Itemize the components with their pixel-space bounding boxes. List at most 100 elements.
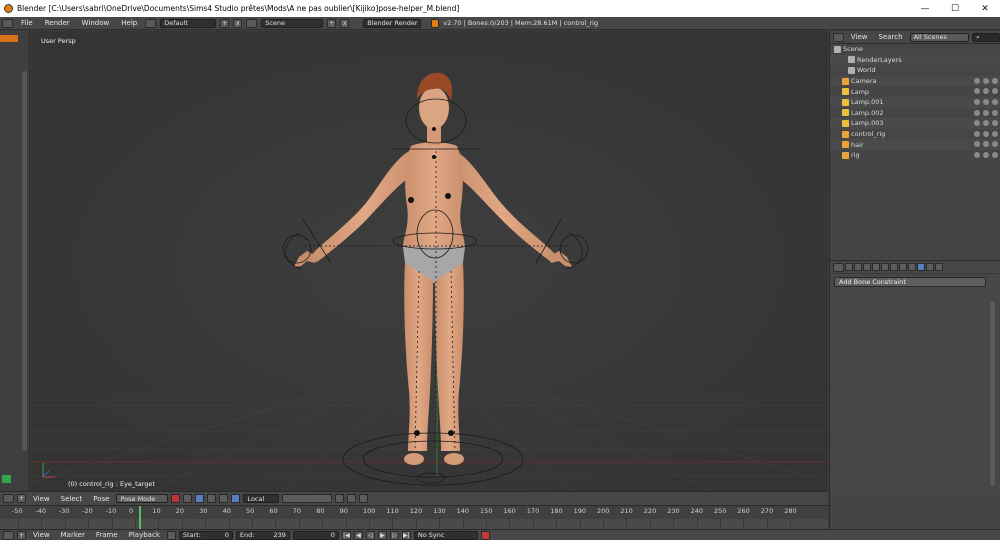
add-scene-button[interactable]: + bbox=[327, 18, 337, 28]
outliner-item[interactable]: Lamp.001 bbox=[830, 96, 1000, 108]
menu-playback[interactable]: Playback bbox=[125, 531, 164, 539]
selectable-arrow-icon[interactable] bbox=[983, 120, 989, 127]
menu-search[interactable]: Search bbox=[875, 33, 907, 41]
editor-type-icon[interactable] bbox=[833, 262, 844, 272]
render-camera-icon[interactable] bbox=[974, 130, 980, 137]
render-camera-icon[interactable] bbox=[974, 141, 980, 148]
selectable-arrow-icon[interactable] bbox=[983, 109, 989, 116]
jump-end-icon[interactable]: ▶| bbox=[401, 530, 411, 540]
outliner-item[interactable]: Scene bbox=[830, 44, 1000, 55]
scale-manipulator-icon[interactable] bbox=[231, 494, 241, 503]
visibility-eye-icon[interactable] bbox=[992, 151, 998, 158]
render-engine-selector[interactable]: Blender Render bbox=[363, 18, 422, 28]
outliner-item[interactable]: control_rig bbox=[830, 129, 1000, 140]
menu-pose[interactable]: Pose bbox=[89, 495, 113, 503]
translate-manipulator-icon[interactable] bbox=[207, 494, 217, 503]
outliner-item[interactable]: rig bbox=[830, 150, 1000, 161]
render-camera-icon[interactable] bbox=[974, 109, 980, 116]
menu-view[interactable]: View bbox=[29, 495, 54, 503]
toggle-menus-button[interactable]: + bbox=[17, 494, 26, 503]
mode-selector[interactable]: Pose Mode bbox=[116, 494, 169, 503]
play-reverse-icon[interactable]: ◁ bbox=[365, 530, 375, 540]
layout-selector[interactable]: Default bbox=[160, 18, 217, 28]
render-camera-icon[interactable] bbox=[974, 98, 980, 105]
preview-range-icon[interactable] bbox=[166, 530, 176, 540]
visibility-eye-icon[interactable] bbox=[992, 120, 998, 127]
snap-icon[interactable] bbox=[347, 494, 357, 503]
render-tab-icon[interactable] bbox=[845, 263, 853, 271]
bone-tab-icon[interactable] bbox=[917, 263, 925, 271]
next-keyframe-icon[interactable]: ▷ bbox=[389, 530, 399, 540]
remove-scene-button[interactable]: x bbox=[340, 18, 350, 28]
outliner-item[interactable]: RenderLayers bbox=[830, 54, 1000, 66]
constraints-tab-icon[interactable] bbox=[890, 263, 898, 271]
remove-layout-button[interactable]: x bbox=[233, 18, 243, 28]
play-icon[interactable]: ▶ bbox=[377, 530, 387, 540]
visibility-eye-icon[interactable] bbox=[992, 130, 998, 137]
visibility-eye-icon[interactable] bbox=[992, 141, 998, 148]
menu-select[interactable]: Select bbox=[57, 495, 87, 503]
visibility-eye-icon[interactable] bbox=[992, 98, 998, 105]
render-camera-icon[interactable] bbox=[974, 88, 980, 95]
prev-keyframe-icon[interactable]: ◀ bbox=[353, 530, 363, 540]
current-frame-marker[interactable] bbox=[139, 506, 141, 530]
menu-view[interactable]: View bbox=[847, 33, 872, 41]
search-field[interactable]: ⌕ bbox=[972, 32, 1000, 42]
outliner-item[interactable]: Lamp.002 bbox=[830, 108, 1000, 119]
scene-selector[interactable]: Scene bbox=[261, 18, 324, 28]
rotate-manipulator-icon[interactable] bbox=[219, 494, 229, 503]
material-tab-icon[interactable] bbox=[935, 263, 943, 271]
current-frame-field[interactable]: 0 bbox=[292, 530, 339, 540]
world-tab-icon[interactable] bbox=[872, 263, 880, 271]
screen-layout-icon[interactable] bbox=[145, 18, 157, 28]
menu-marker[interactable]: Marker bbox=[57, 531, 89, 539]
manipulator-toggle-icon[interactable] bbox=[195, 494, 205, 503]
timeline-area[interactable]: -50 -40 -30 -20 -10 0 10 20 30 40 50 60 70 80 90 100 110… bbox=[0, 505, 828, 530]
3d-viewport[interactable]: User Persp (0) control_rig : Eye_target bbox=[31, 31, 828, 491]
display-mode-selector[interactable]: All Scenes bbox=[909, 32, 970, 42]
outliner-panel[interactable]: View Search All Scenes ⌕ Scene RenderLaye… bbox=[829, 31, 1000, 260]
outliner-item[interactable]: Camera bbox=[830, 75, 1000, 87]
data-tab-icon[interactable] bbox=[908, 263, 916, 271]
shelf-tab-grease[interactable] bbox=[2, 475, 11, 483]
add-layout-button[interactable]: + bbox=[220, 18, 230, 28]
visibility-eye-icon[interactable] bbox=[992, 77, 998, 84]
outliner-item[interactable]: Lamp.003 bbox=[830, 118, 1000, 129]
menu-help[interactable]: Help bbox=[117, 19, 141, 27]
selectable-arrow-icon[interactable] bbox=[983, 88, 989, 95]
editor-type-icon[interactable] bbox=[3, 494, 14, 503]
viewport-scene[interactable] bbox=[31, 31, 828, 491]
properties-panel[interactable]: Add Bone Constraint bbox=[829, 260, 1000, 491]
close-button[interactable]: ✕ bbox=[970, 0, 1000, 17]
render-preview-icon[interactable] bbox=[359, 494, 369, 503]
viewport-shading-icon[interactable] bbox=[171, 494, 181, 503]
render-camera-icon[interactable] bbox=[974, 151, 980, 158]
shelf-scrollbar[interactable] bbox=[22, 71, 27, 451]
modifiers-tab-icon[interactable] bbox=[899, 263, 907, 271]
render-camera-icon[interactable] bbox=[974, 120, 980, 127]
start-frame-field[interactable]: Start: 0 bbox=[178, 530, 233, 540]
editor-type-icon[interactable] bbox=[833, 32, 844, 42]
auto-keying-icon[interactable] bbox=[480, 530, 490, 540]
editor-type-icon[interactable] bbox=[2, 18, 13, 28]
outliner-item[interactable]: World bbox=[830, 65, 1000, 76]
maximize-button[interactable]: ☐ bbox=[940, 0, 970, 17]
properties-scrollbar[interactable] bbox=[990, 301, 995, 486]
visibility-eye-icon[interactable] bbox=[992, 88, 998, 95]
add-bone-constraint-dropdown[interactable]: Add Bone Constraint bbox=[834, 277, 986, 287]
pivot-point-icon[interactable] bbox=[183, 494, 193, 503]
sync-mode-selector[interactable]: No Sync bbox=[413, 530, 478, 540]
render-layers-tab-icon[interactable] bbox=[854, 263, 862, 271]
editor-type-icon[interactable] bbox=[3, 530, 14, 540]
scene-tab-icon[interactable] bbox=[863, 263, 871, 271]
object-tab-icon[interactable] bbox=[881, 263, 889, 271]
menu-file[interactable]: File bbox=[17, 19, 37, 27]
menu-view[interactable]: View bbox=[29, 531, 54, 539]
layers-block-icon[interactable] bbox=[282, 494, 333, 503]
selectable-arrow-icon[interactable] bbox=[983, 77, 989, 84]
proportional-edit-icon[interactable] bbox=[335, 494, 345, 503]
menu-frame[interactable]: Frame bbox=[92, 531, 122, 539]
menu-render[interactable]: Render bbox=[41, 19, 74, 27]
toggle-menus-button[interactable]: + bbox=[17, 530, 26, 540]
jump-start-icon[interactable]: |◀ bbox=[341, 530, 351, 540]
